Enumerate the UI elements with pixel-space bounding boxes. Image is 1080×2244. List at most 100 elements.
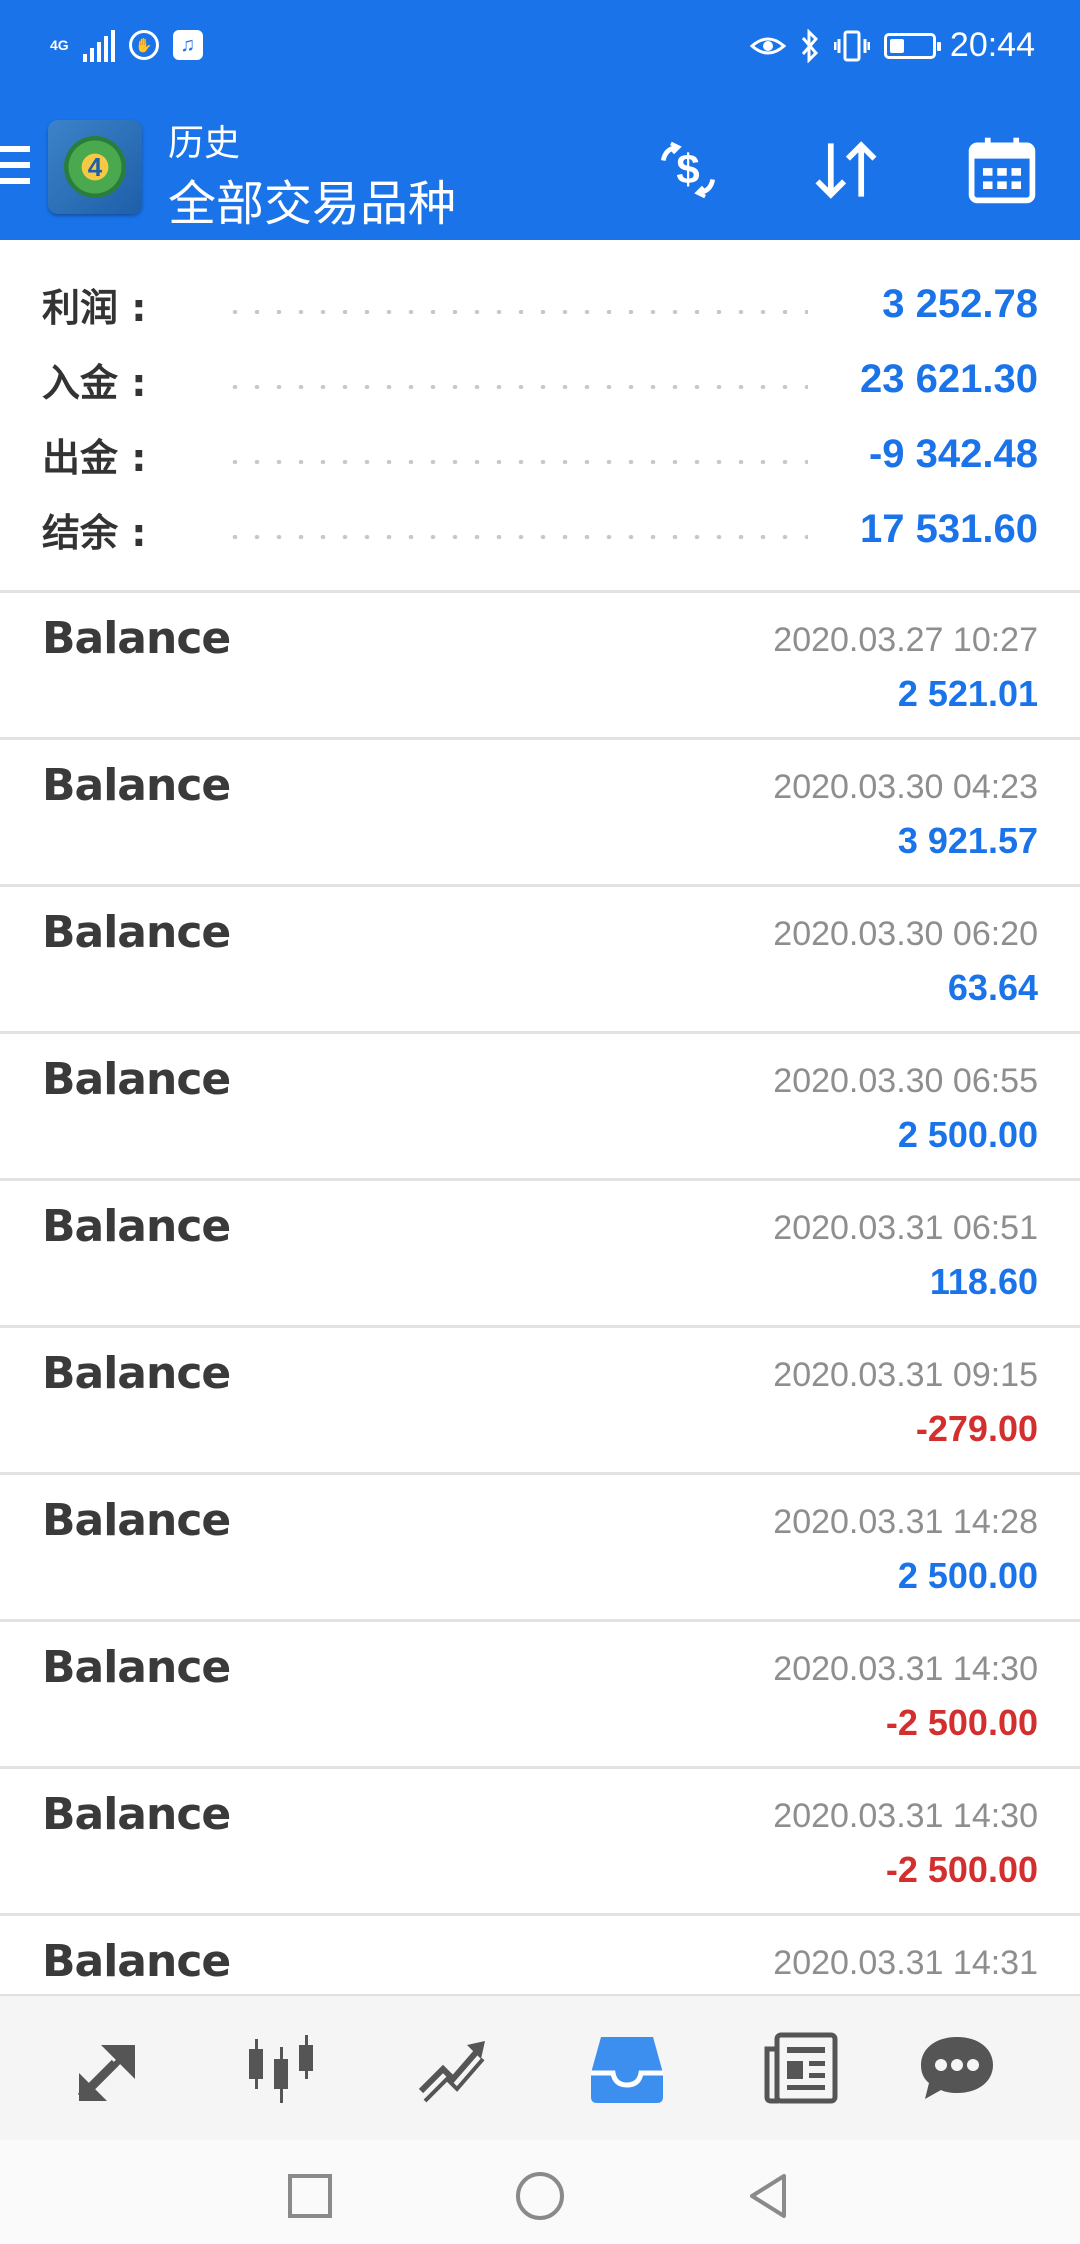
music-app-icon: ♫ [172, 30, 203, 60]
nav-quotes[interactable] [66, 2024, 156, 2114]
chat-icon [921, 2037, 993, 2099]
item-name: Balance [42, 1495, 231, 1546]
page-title: 历史 [168, 122, 241, 163]
summary-profit-row: 利润 : 3 252.78 [42, 274, 1038, 334]
sort-icon [815, 141, 877, 199]
item-date: 2020.03.31 14:30 [773, 1797, 1038, 1835]
metatrader-logo[interactable]: 4 [48, 120, 142, 214]
deposit-label: 入金 : [42, 360, 147, 405]
currency-exchange-icon: $ [660, 141, 716, 199]
history-list[interactable]: Balance 2020.03.27 10:27 2 521.01 Balanc… [0, 593, 1080, 2060]
list-item[interactable]: Balance 2020.03.31 14:28 2 500.00 [0, 1475, 1080, 1622]
summary-balance-row: 结余 : 17 531.60 [42, 499, 1038, 559]
eye-icon [749, 37, 786, 54]
vibrate-icon [833, 30, 870, 61]
item-amount: 2 500.00 [897, 1555, 1038, 1596]
svg-text:$: $ [676, 145, 699, 192]
recent-apps-button[interactable] [284, 2170, 336, 2222]
bottom-navigation [0, 1994, 1080, 2142]
deposit-value: 23 621.30 [860, 356, 1038, 401]
battery-icon [883, 32, 941, 59]
item-date: 2020.03.30 04:23 [773, 768, 1038, 806]
item-name: Balance [42, 1789, 231, 1840]
item-date: 2020.03.30 06:55 [773, 1062, 1038, 1100]
sort-button[interactable] [806, 130, 886, 210]
item-date: 2020.03.31 06:51 [773, 1209, 1038, 1247]
summary-withdrawal-row: 出金 : -9 342.48 [42, 424, 1038, 484]
bluetooth-icon [801, 28, 818, 63]
top-toolbar: 4 历史 全部交易品种 $ [0, 100, 1080, 240]
status-bar: 4G ✋ ♫ 20:44 [0, 0, 1080, 100]
profit-label: 利润 : [42, 285, 147, 330]
nav-news[interactable] [756, 2024, 846, 2114]
item-date: 2020.03.30 06:20 [773, 915, 1038, 953]
back-triangle-icon [750, 2174, 786, 2218]
signal-icon [82, 28, 115, 62]
item-amount: 63.64 [947, 967, 1038, 1008]
summary-panel: 利润 : 3 252.78 入金 : 23 621.30 出金 : -9 342… [0, 240, 1080, 590]
trade-icon [418, 2041, 485, 2103]
item-name: Balance [42, 613, 231, 664]
item-name: Balance [42, 1348, 231, 1399]
metatrader-logo-mark: 4 [64, 136, 126, 198]
list-item[interactable]: Balance 2020.03.31 06:51 118.60 [0, 1181, 1080, 1328]
system-navigation [0, 2140, 1080, 2244]
dot-leader [224, 310, 808, 314]
profit-value: 3 252.78 [882, 281, 1038, 326]
nav-chart[interactable] [236, 2024, 326, 2114]
dot-leader [224, 535, 808, 539]
item-date: 2020.03.27 10:27 [773, 621, 1038, 659]
status-left: 4G ✋ ♫ [50, 28, 203, 62]
item-name: Balance [42, 1201, 231, 1252]
item-amount: 118.60 [929, 1261, 1038, 1302]
nav-trade[interactable] [408, 2024, 498, 2114]
history-icon [591, 2037, 663, 2103]
square-icon [288, 2174, 332, 2218]
chart-icon [249, 2035, 313, 2103]
item-date: 2020.03.31 14:28 [773, 1503, 1038, 1541]
withdrawal-value: -9 342.48 [868, 431, 1038, 476]
list-item[interactable]: Balance 2020.03.30 06:55 2 500.00 [0, 1034, 1080, 1181]
list-item[interactable]: Balance 2020.03.30 06:20 63.64 [0, 887, 1080, 1034]
item-date: 2020.03.31 09:15 [773, 1356, 1038, 1394]
list-item[interactable]: Balance 2020.03.30 04:23 3 921.57 [0, 740, 1080, 887]
item-name: Balance [42, 1054, 231, 1105]
currency-exchange-button[interactable]: $ [648, 130, 728, 210]
list-item[interactable]: Balance 2020.03.31 14:30 -2 500.00 [0, 1622, 1080, 1769]
home-button[interactable] [514, 2170, 566, 2222]
item-amount: -2 500.00 [885, 1702, 1038, 1743]
list-item[interactable]: Balance 2020.03.31 14:30 -2 500.00 [0, 1769, 1080, 1916]
status-right: 20:44 [749, 26, 1035, 65]
item-amount: 3 921.57 [897, 820, 1038, 861]
list-item[interactable]: Balance 2020.03.27 10:27 2 521.01 [0, 593, 1080, 740]
menu-icon[interactable] [0, 146, 30, 190]
news-icon [764, 2032, 838, 2104]
calendar-icon [968, 137, 1036, 204]
item-amount: 2 521.01 [897, 673, 1038, 714]
summary-deposit-row: 入金 : 23 621.30 [42, 349, 1038, 409]
list-item[interactable]: Balance 2020.03.31 09:15 -279.00 [0, 1328, 1080, 1475]
item-amount: -2 500.00 [885, 1849, 1038, 1890]
quotes-icon [77, 2045, 135, 2101]
dot-leader [224, 460, 808, 464]
circle-icon [516, 2172, 564, 2220]
nav-history[interactable] [582, 2024, 672, 2114]
clock: 20:44 [949, 26, 1035, 64]
nav-chat[interactable] [912, 2024, 1002, 2114]
network-type: 4G [50, 36, 69, 53]
dot-leader [224, 385, 808, 389]
hand-icon: ✋ [128, 30, 159, 60]
symbol-filter[interactable]: 全部交易品种 [168, 164, 456, 234]
balance-value: 17 531.60 [860, 506, 1038, 551]
item-date: 2020.03.31 14:31 [773, 1944, 1038, 1982]
back-button[interactable] [742, 2170, 794, 2222]
item-amount: 2 500.00 [897, 1114, 1038, 1155]
item-name: Balance [42, 907, 231, 958]
item-name: Balance [42, 760, 231, 811]
withdrawal-label: 出金 : [42, 435, 147, 480]
balance-label: 结余 : [42, 510, 147, 555]
item-name: Balance [42, 1642, 231, 1693]
item-name: Balance [42, 1936, 231, 1987]
item-date: 2020.03.31 14:30 [773, 1650, 1038, 1688]
calendar-button[interactable] [962, 130, 1042, 210]
